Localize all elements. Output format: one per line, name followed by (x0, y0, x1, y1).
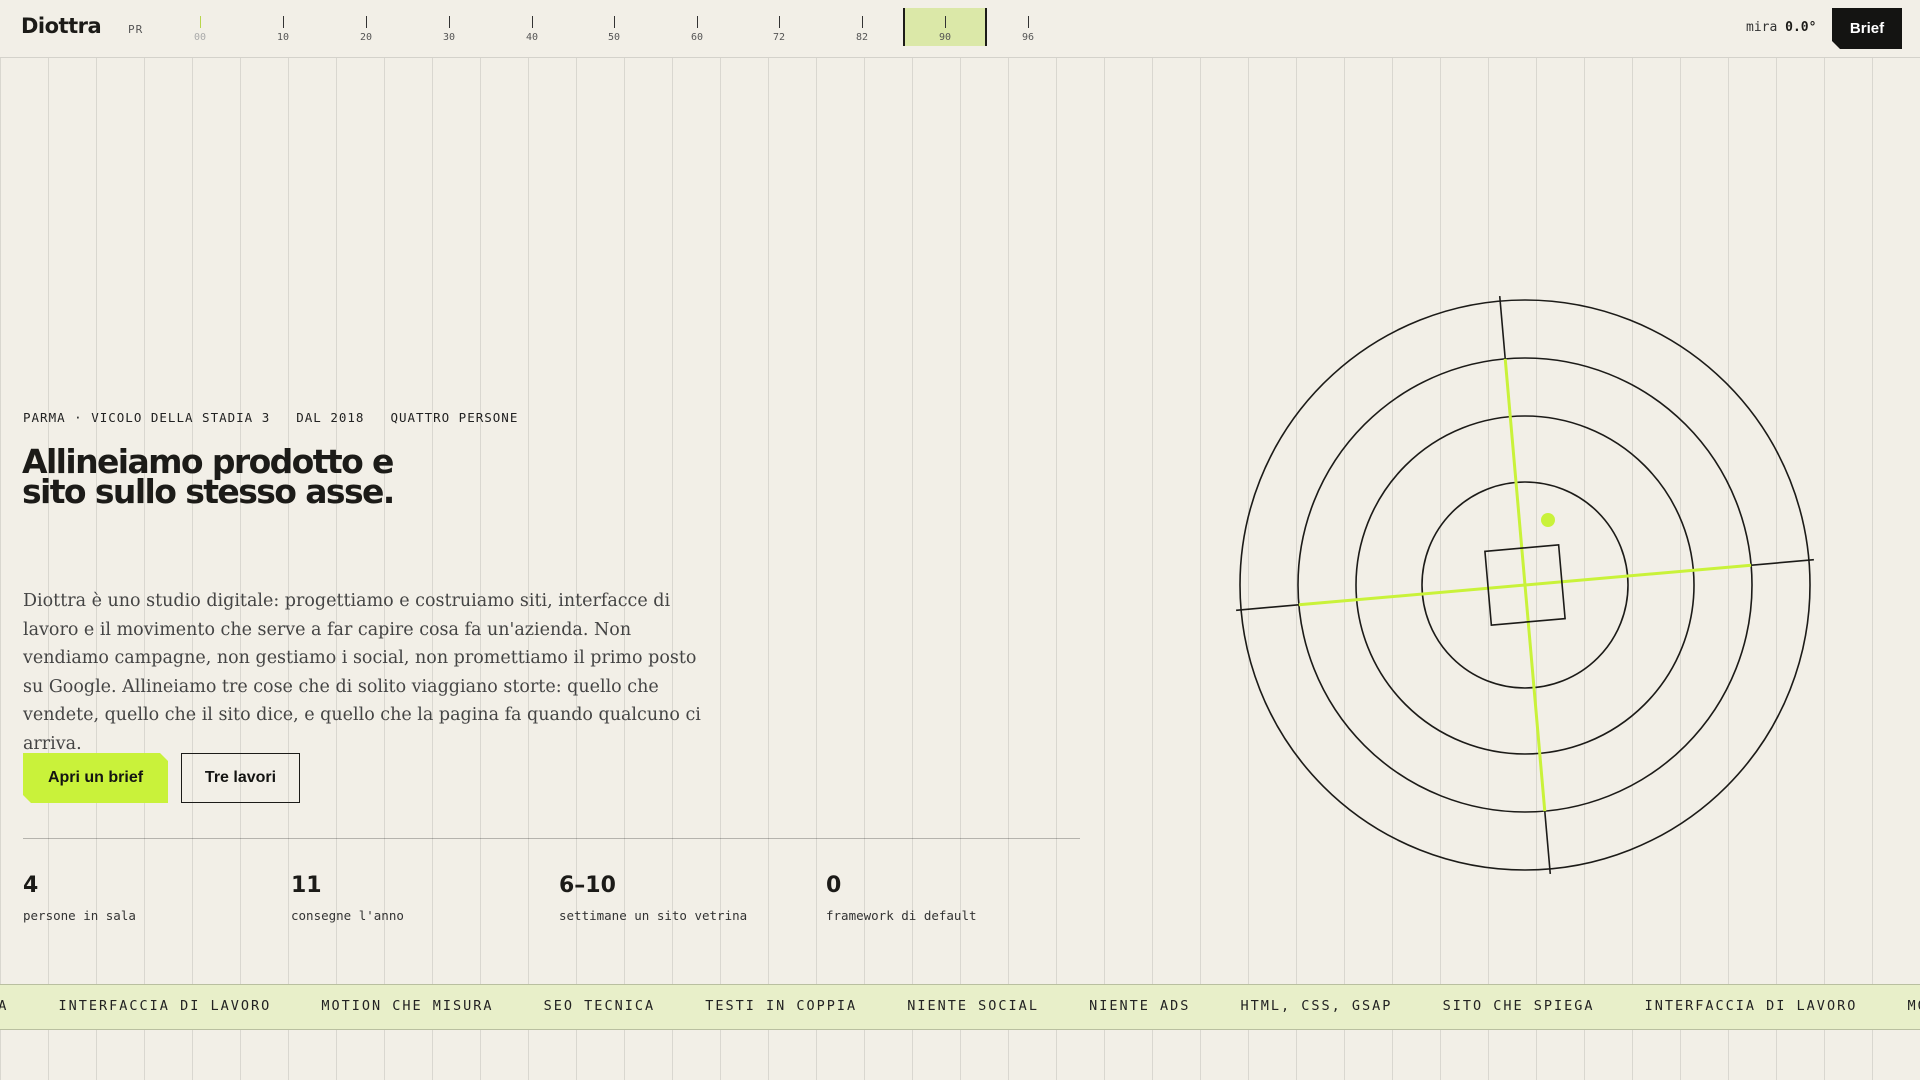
ruler-tick[interactable]: 20 (346, 8, 386, 43)
marquee-item: HTML, CSS, GSAP (1240, 998, 1393, 1014)
stat-item: 0 framework di default (826, 873, 1086, 923)
marquee-item: MOTION (1907, 998, 1920, 1014)
scroll-ruler[interactable]: 00 10 20 30 40 50 60 72 82 90 96 (180, 8, 1060, 48)
logo-suffix: PR (128, 23, 144, 36)
marquee-item: SITO CHE SPIEGA (1442, 998, 1595, 1014)
stat-label: framework di default (826, 908, 977, 923)
ruler-tick-label: 00 (193, 32, 207, 43)
marquee-item: INTERFACCIA DI LAVORO (58, 998, 272, 1014)
hero-description: Diottra è uno studio digitale: progettia… (23, 591, 701, 754)
logo[interactable]: Diottra (21, 14, 102, 38)
marquee-item: SEO TECNICA (543, 998, 656, 1014)
marquee-item: NIENTE SOCIAL (907, 998, 1039, 1014)
ruler-tick[interactable]: 60 (677, 8, 717, 43)
marquee-item: MOTION CHE MISURA (321, 998, 494, 1014)
ruler-tick-active[interactable]: 90 (925, 8, 965, 43)
aim-label: mira (1746, 20, 1778, 35)
marquee-item: INTERFACCIA DI LAVORO (1644, 998, 1858, 1014)
stat-value: 6–10 (559, 873, 616, 898)
crosshair-target-icon (1236, 296, 1814, 874)
ruler-tick-label: 96 (1021, 32, 1035, 43)
three-works-button[interactable]: Tre lavori (181, 753, 300, 803)
ruler-tick[interactable]: 00 (180, 8, 220, 43)
ruler-tick[interactable]: 50 (594, 8, 634, 43)
meta-address: PARMA · VICOLO DELLA STADIA 3 (23, 410, 271, 425)
brief-button[interactable]: Brief (1832, 8, 1902, 49)
ruler-tick-label: 30 (442, 32, 456, 43)
ruler-tick-label: 40 (525, 32, 539, 43)
ruler-tick-label: 82 (855, 32, 869, 43)
stat-label: persone in sala (23, 908, 136, 923)
stat-item: 11 consegne l'anno (291, 873, 551, 923)
page-title: Allineiamo prodotto e sito sullo stesso … (22, 442, 395, 511)
ruler-tick-label: 90 (938, 32, 952, 43)
ruler-tick[interactable]: 10 (263, 8, 303, 43)
marquee-item: EGA (0, 998, 8, 1014)
hero-meta: PARMA · VICOLO DELLA STADIA 3 DAL 2018 Q… (23, 410, 518, 425)
services-marquee: EGA INTERFACCIA DI LAVORO MOTION CHE MIS… (0, 984, 1920, 1030)
ruler-tick[interactable]: 72 (759, 8, 799, 43)
stat-label: consegne l'anno (291, 908, 404, 923)
meta-team: QUATTRO PERSONE (390, 410, 519, 425)
ruler-tick-label: 72 (772, 32, 786, 43)
ruler-tick[interactable]: 40 (512, 8, 552, 43)
stat-item: 4 persone in sala (23, 873, 283, 923)
ruler-tick[interactable]: 30 (429, 8, 469, 43)
aim-value: 0.0° (1785, 20, 1817, 35)
stat-item: 6–10 settimane un sito vetrina (559, 873, 819, 923)
stat-value: 0 (826, 873, 842, 898)
marquee-item: TESTI IN COPPIA (705, 998, 858, 1014)
divider (23, 838, 1080, 839)
ruler-tick[interactable]: 96 (1008, 8, 1048, 43)
stat-label: settimane un sito vetrina (559, 908, 748, 923)
marquee-track: EGA INTERFACCIA DI LAVORO MOTION CHE MIS… (0, 998, 1920, 1014)
ruler-tick-label: 50 (607, 32, 621, 43)
stat-value: 4 (23, 873, 39, 898)
aim-readout: mira 0.0° (1746, 20, 1816, 35)
open-brief-button[interactable]: Apri un brief (23, 753, 168, 803)
ruler-tick-label: 10 (276, 32, 290, 43)
ruler-tick-label: 20 (359, 32, 373, 43)
ruler-tick[interactable]: 82 (842, 8, 882, 43)
top-bar: Diottra PR 00 10 20 30 40 50 60 72 82 90… (0, 0, 1920, 58)
meta-year: DAL 2018 (296, 410, 365, 425)
marquee-item: NIENTE ADS (1089, 998, 1191, 1014)
stat-value: 11 (291, 873, 322, 898)
ruler-tick-label: 60 (690, 32, 704, 43)
